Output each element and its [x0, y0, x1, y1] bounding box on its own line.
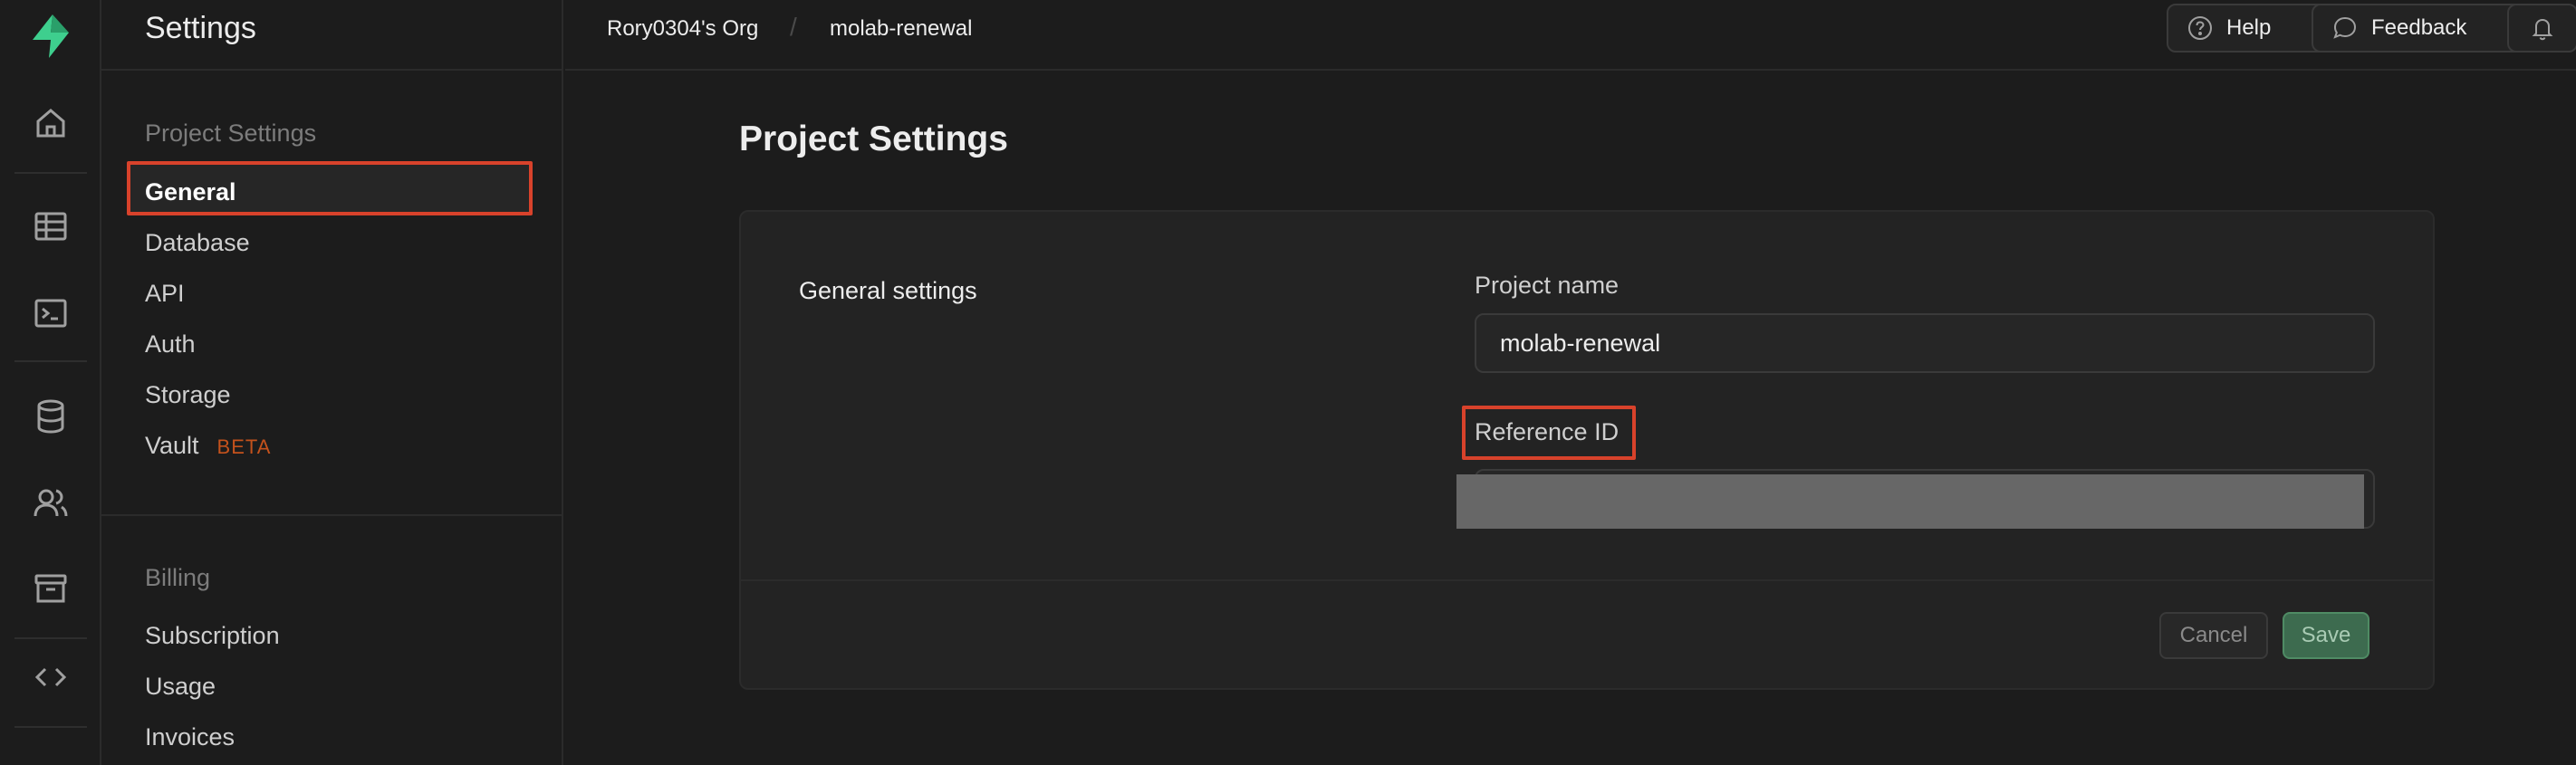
menu-title: Settings: [145, 11, 256, 45]
menu-item-usage[interactable]: Usage: [145, 671, 216, 702]
section-title: General settings: [799, 277, 977, 304]
project-name-value: molab-renewal: [1500, 329, 1661, 357]
bell-icon: [2532, 18, 2553, 41]
icon-rail: [0, 0, 101, 765]
menu-title-bar: Settings: [101, 0, 562, 71]
menu-item-general[interactable]: General: [145, 177, 236, 207]
breadcrumb-org[interactable]: Rory0304's Org: [607, 16, 758, 42]
logo-icon[interactable]: [25, 11, 76, 62]
breadcrumb-separator: /: [790, 13, 797, 41]
project-name-input[interactable]: molab-renewal: [1475, 313, 2375, 373]
database-icon[interactable]: [29, 395, 72, 438]
feedback-button[interactable]: Feedback: [2312, 4, 2531, 53]
menu-item-subscription[interactable]: Subscription: [145, 620, 280, 651]
rail-divider: [14, 726, 87, 728]
help-label: Help: [2226, 15, 2272, 40]
menu-item-vault-label: Vault: [145, 432, 199, 459]
page-title: Project Settings: [739, 120, 1008, 158]
redacted-reference-id: [1456, 474, 2364, 529]
app-window: Settings Project Settings General Databa…: [0, 0, 2576, 765]
sql-editor-icon[interactable]: [29, 292, 72, 335]
api-code-icon[interactable]: [29, 655, 72, 699]
menu-item-api[interactable]: API: [145, 278, 185, 309]
top-bar: Rory0304's Org / molab-renewal Help Feed…: [565, 0, 2576, 71]
notifications-button[interactable]: [2507, 4, 2576, 53]
menu-item-auth[interactable]: Auth: [145, 329, 196, 359]
help-icon: [2188, 16, 2212, 40]
feedback-icon: [2333, 16, 2357, 39]
project-name-label: Project name: [1475, 272, 1620, 299]
breadcrumb-project[interactable]: molab-renewal: [830, 16, 972, 42]
card-footer-divider: [741, 579, 2433, 581]
save-button[interactable]: Save: [2283, 612, 2369, 659]
menu-item-vault[interactable]: Vault BETA: [145, 430, 271, 463]
menu-item-database[interactable]: Database: [145, 227, 250, 258]
rail-divider: [14, 360, 87, 362]
rail-divider: [14, 172, 87, 174]
menu-item-storage[interactable]: Storage: [145, 379, 231, 410]
cancel-button[interactable]: Cancel: [2159, 612, 2268, 659]
home-icon[interactable]: [29, 101, 72, 145]
storage-icon[interactable]: [29, 567, 72, 610]
main-content: Project Settings General settings Projec…: [565, 72, 2576, 765]
reference-id-label: Reference ID: [1475, 418, 1620, 445]
table-editor-icon[interactable]: [29, 205, 72, 248]
general-settings-card: General settings Project name molab-rene…: [739, 210, 2435, 690]
rail-divider: [14, 637, 87, 639]
settings-menu: Settings Project Settings General Databa…: [101, 0, 563, 765]
menu-item-invoices[interactable]: Invoices: [145, 722, 235, 752]
beta-badge: BETA: [216, 435, 272, 458]
section-label-billing: Billing: [145, 564, 211, 591]
menu-divider: [101, 514, 562, 516]
auth-users-icon[interactable]: [29, 482, 72, 525]
section-label-project-settings: Project Settings: [145, 120, 317, 147]
feedback-label: Feedback: [2371, 15, 2467, 40]
